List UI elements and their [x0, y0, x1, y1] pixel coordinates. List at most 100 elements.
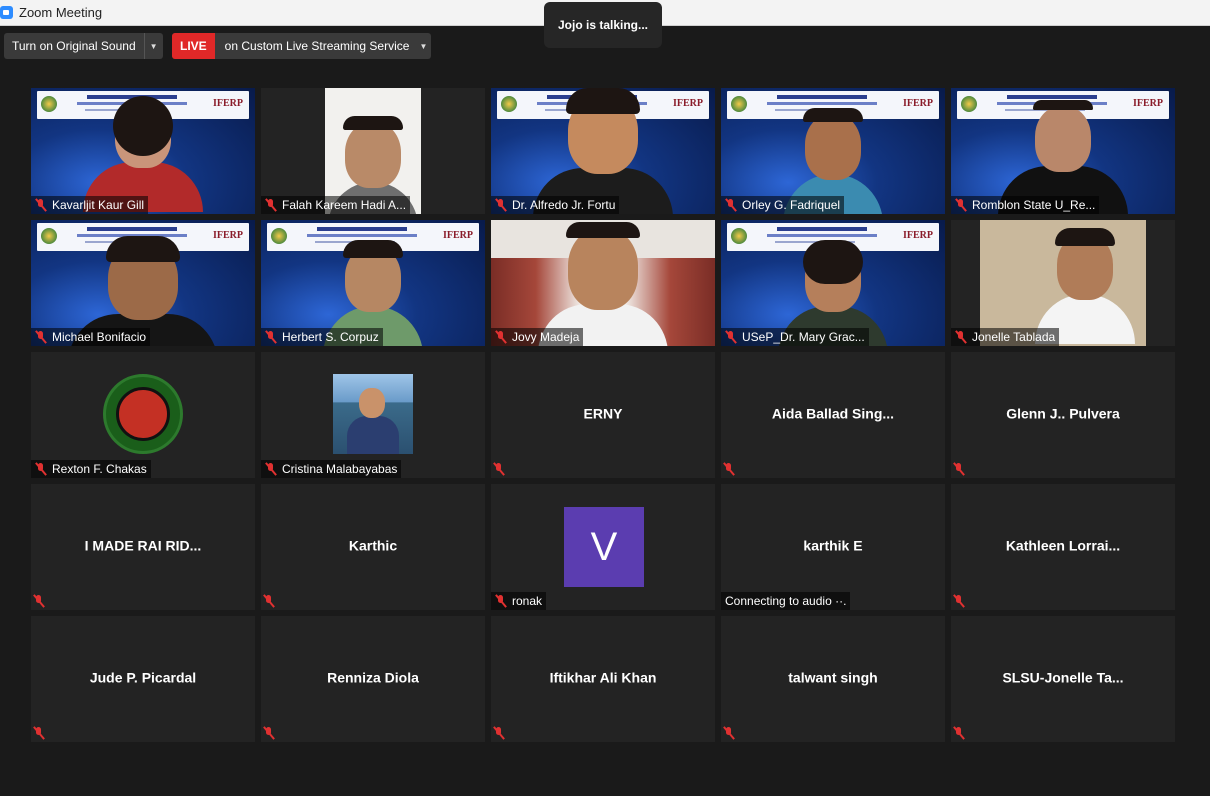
participant-tile[interactable]: karthik E Connecting to audio ··.: [721, 484, 945, 610]
participant-tile[interactable]: Renniza Diola: [261, 616, 485, 742]
muted-mic-icon: [724, 198, 738, 212]
muted-mic-icon: [32, 594, 46, 608]
live-stream-label[interactable]: on Custom Live Streaming Service: [215, 33, 416, 59]
participant-tile[interactable]: Glenn J.. Pulvera: [951, 352, 1175, 478]
participant-tile[interactable]: IFERP USeP_Dr. Mary Grac...: [721, 220, 945, 346]
muted-mic-icon: [494, 330, 508, 344]
participant-name: Falah Kareem Hadi A...: [282, 198, 407, 212]
participant-name: SLSU-Jonelle Ta...: [1002, 669, 1124, 686]
participant-tile[interactable]: IFERP Orley G. Fadriquel: [721, 88, 945, 214]
participant-gallery: IFERP Kavarljit Kaur Gill Falah Kareem H…: [31, 88, 1175, 742]
participant-name: Herbert S. Corpuz: [282, 330, 379, 344]
participant-name-tag: Herbert S. Corpuz: [261, 328, 383, 346]
participant-name: I MADE RAI RID...: [84, 537, 202, 554]
window-title: Zoom Meeting: [19, 5, 103, 20]
participant-name-tag: Rexton F. Chakas: [31, 460, 151, 478]
participant-name: Glenn J.. Pulvera: [1006, 405, 1120, 422]
muted-mic-icon: [262, 726, 276, 740]
participant-name-tag: Jonelle Tablada: [951, 328, 1060, 346]
avatar: V: [564, 507, 644, 587]
muted-mic-icon: [722, 726, 736, 740]
muted-mic-icon: [34, 462, 48, 476]
muted-mic-icon: [724, 330, 738, 344]
muted-mic-icon: [264, 330, 278, 344]
participant-name-tag: Cristina Malabayabas: [261, 460, 402, 478]
muted-mic-icon: [34, 198, 48, 212]
participant-name: Kathleen Lorrai...: [1005, 537, 1121, 554]
muted-mic-icon: [264, 198, 278, 212]
muted-mic-icon: [952, 726, 966, 740]
participant-name-tag: Orley G. Fadriquel: [721, 196, 845, 214]
participant-tile[interactable]: IFERP Romblon State U_Re...: [951, 88, 1175, 214]
participant-name: ERNY: [583, 405, 623, 422]
profile-picture: [333, 374, 413, 454]
participant-name-tag: Romblon State U_Re...: [951, 196, 1100, 214]
muted-mic-icon: [954, 330, 968, 344]
chevron-down-icon[interactable]: ▼: [143, 33, 163, 59]
participant-name: ronak: [512, 594, 543, 608]
participant-tile[interactable]: IFERP Dr. Alfredo Jr. Fortu: [491, 88, 715, 214]
participant-tile[interactable]: I MADE RAI RID...: [31, 484, 255, 610]
participant-tile[interactable]: SLSU-Jonelle Ta...: [951, 616, 1175, 742]
muted-mic-icon: [494, 594, 508, 608]
participant-tile[interactable]: Jonelle Tablada: [951, 220, 1175, 346]
participant-tile[interactable]: IFERP Michael Bonifacio: [31, 220, 255, 346]
muted-mic-icon: [34, 330, 48, 344]
muted-mic-icon: [952, 462, 966, 476]
chevron-down-icon[interactable]: ▼: [415, 33, 431, 59]
participant-name: Aida Ballad Sing...: [771, 405, 895, 422]
participant-tile[interactable]: Iftikhar Ali Khan: [491, 616, 715, 742]
participant-name-tag: Dr. Alfredo Jr. Fortu: [491, 196, 620, 214]
active-speaker-indicator: Jojo is talking...: [544, 2, 662, 48]
participant-name: Karthic: [348, 537, 398, 554]
participant-tile[interactable]: Jovy Madeja: [491, 220, 715, 346]
participant-name: Rexton F. Chakas: [52, 462, 147, 476]
participant-tile[interactable]: Karthic: [261, 484, 485, 610]
participant-name: Michael Bonifacio: [52, 330, 147, 344]
participant-name-tag: USeP_Dr. Mary Grac...: [721, 328, 869, 346]
participant-tile[interactable]: V ronak: [491, 484, 715, 610]
participant-tile[interactable]: Rexton F. Chakas: [31, 352, 255, 478]
live-stream-control[interactable]: LIVE on Custom Live Streaming Service ▼: [172, 33, 432, 59]
participant-name-tag: Jovy Madeja: [491, 328, 584, 346]
muted-mic-icon: [494, 198, 508, 212]
participant-name: Iftikhar Ali Khan: [549, 669, 657, 686]
muted-mic-icon: [952, 594, 966, 608]
live-badge: LIVE: [172, 33, 215, 59]
participant-tile[interactable]: IFERP Herbert S. Corpuz: [261, 220, 485, 346]
participant-name: talwant singh: [788, 669, 878, 686]
muted-mic-icon: [492, 462, 506, 476]
participant-name: Orley G. Fadriquel: [742, 198, 841, 212]
participant-tile[interactable]: Jude P. Picardal: [31, 616, 255, 742]
participant-name-tag: Falah Kareem Hadi A...: [261, 196, 411, 214]
muted-mic-icon: [262, 594, 276, 608]
original-sound-button[interactable]: Turn on Original Sound: [4, 33, 144, 59]
participant-tile[interactable]: Cristina Malabayabas: [261, 352, 485, 478]
participant-name: Kavarljit Kaur Gill: [52, 198, 145, 212]
zoom-app-icon: [0, 6, 13, 19]
participant-tile[interactable]: ERNY: [491, 352, 715, 478]
muted-mic-icon: [32, 726, 46, 740]
participant-name: Cristina Malabayabas: [282, 462, 398, 476]
participant-name: Jonelle Tablada: [972, 330, 1056, 344]
participant-name-tag: Michael Bonifacio: [31, 328, 151, 346]
participant-name-tag: ronak: [491, 592, 547, 610]
participant-tile[interactable]: Kathleen Lorrai...: [951, 484, 1175, 610]
original-sound-control[interactable]: Turn on Original Sound ▼: [4, 33, 163, 59]
muted-mic-icon: [492, 726, 506, 740]
participant-tile[interactable]: IFERP Kavarljit Kaur Gill: [31, 88, 255, 214]
participant-name: Jude P. Picardal: [89, 669, 197, 686]
college-seal-logo: [103, 374, 183, 454]
participant-name: USeP_Dr. Mary Grac...: [742, 330, 865, 344]
participant-name: karthik E: [803, 537, 863, 554]
participant-name: Romblon State U_Re...: [972, 198, 1096, 212]
muted-mic-icon: [264, 462, 278, 476]
participant-name: Dr. Alfredo Jr. Fortu: [512, 198, 616, 212]
participant-name: Jovy Madeja: [512, 330, 580, 344]
muted-mic-icon: [722, 462, 736, 476]
participant-name-tag: Kavarljit Kaur Gill: [31, 196, 149, 214]
participant-tile[interactable]: Falah Kareem Hadi A...: [261, 88, 485, 214]
participant-tile[interactable]: talwant singh: [721, 616, 945, 742]
participant-tile[interactable]: Aida Ballad Sing...: [721, 352, 945, 478]
participant-name: Renniza Diola: [327, 669, 419, 686]
